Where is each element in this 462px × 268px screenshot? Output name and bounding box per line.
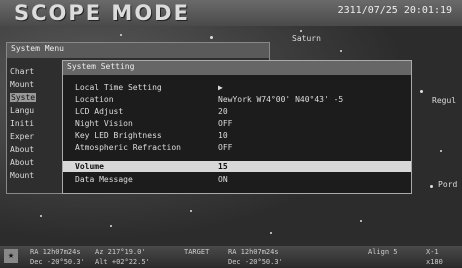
system-menu-title: System Menu [7, 43, 269, 58]
star-icon: ★ [4, 249, 18, 263]
setting-row-location[interactable]: Location NewYork W74°00' N40°43' -5 [63, 94, 411, 105]
star [420, 90, 423, 93]
system-menu-item[interactable]: Exper [10, 132, 34, 141]
star [360, 220, 362, 222]
status-bar: ★ RA 12h07m24s Dec -20°50.3' Az 217°19.0… [0, 246, 462, 268]
system-menu-item[interactable]: About [10, 158, 34, 167]
setting-label: Volume [75, 162, 104, 171]
setting-label: Local Time Setting [75, 83, 162, 92]
target-dec: Dec -20°50.3' [228, 258, 283, 266]
target-ra: RA 12h07m24s [228, 248, 279, 256]
setting-label: Key LED Brightness [75, 131, 162, 140]
setting-row-lcd-adjust[interactable]: LCD Adjust 20 [63, 106, 411, 117]
star-label-regul: Regul [432, 96, 457, 105]
system-menu-item[interactable]: Mount [10, 80, 34, 89]
star [210, 36, 213, 39]
system-menu-item[interactable]: About [10, 145, 34, 154]
setting-label: LCD Adjust [75, 107, 124, 116]
top-bar: SCOPE MODE 2311/07/25 20:01:19 [0, 0, 462, 26]
setting-row-refraction[interactable]: Atmospheric Refraction OFF [63, 142, 411, 153]
setting-row-volume[interactable]: Volume 15 [63, 161, 411, 172]
setting-row-local-time[interactable]: Local Time Setting ▶ [63, 82, 411, 93]
setting-row-key-led[interactable]: Key LED Brightness 10 [63, 130, 411, 141]
fov-value: x180 [426, 258, 443, 266]
star-label-pord: Pord [438, 180, 458, 189]
setting-label: Data Message [75, 175, 133, 184]
star [340, 50, 342, 52]
star [270, 232, 272, 234]
target-label: TARGET [184, 248, 210, 256]
system-menu-item[interactable]: Chart [10, 67, 34, 76]
star [440, 150, 442, 152]
system-menu-item[interactable]: Initi [10, 119, 34, 128]
system-menu-item[interactable]: Langu [10, 106, 34, 115]
setting-value: 10 [218, 131, 228, 140]
current-alt: Alt +02°22.5' [95, 258, 150, 266]
setting-label: Location [75, 95, 114, 104]
setting-value: ON [218, 175, 228, 184]
star [190, 210, 192, 212]
setting-value: NewYork W74°00' N40°43' -5 [218, 95, 344, 104]
planet-label-saturn: Saturn [292, 34, 321, 43]
setting-row-night-vision[interactable]: Night Vision OFF [63, 118, 411, 129]
mode-title: SCOPE MODE [14, 1, 190, 25]
setting-value: 20 [218, 107, 228, 116]
star [120, 34, 122, 36]
setting-label: Night Vision [75, 119, 133, 128]
star [110, 225, 112, 227]
star [40, 215, 42, 217]
setting-value: 15 [218, 162, 228, 171]
date-time: 2311/07/25 20:01:19 [337, 5, 452, 16]
current-ra: RA 12h07m24s [30, 248, 81, 256]
star [300, 30, 302, 32]
setting-value: OFF [218, 119, 233, 128]
system-setting-title: System Setting [63, 61, 411, 75]
align-status: Align 5 [368, 248, 398, 256]
system-menu-item-selected[interactable]: Syste [10, 93, 37, 102]
zoom-level: X-1 [426, 248, 439, 256]
current-az: Az 217°19.0' [95, 248, 146, 256]
system-setting-dialog: System Setting Local Time Setting ▶ Loca… [62, 60, 412, 194]
submenu-arrow-icon: ▶ [218, 83, 223, 92]
setting-row-data-message[interactable]: Data Message ON [63, 174, 411, 185]
setting-label: Atmospheric Refraction [75, 143, 181, 152]
star [430, 185, 433, 188]
setting-value: OFF [218, 143, 233, 152]
scope-screen: Saturn Regul Pord SCOPE MODE 2311/07/25 … [0, 0, 462, 268]
system-menu-item[interactable]: Mount [10, 171, 34, 180]
current-dec: Dec -20°50.3' [30, 258, 85, 266]
